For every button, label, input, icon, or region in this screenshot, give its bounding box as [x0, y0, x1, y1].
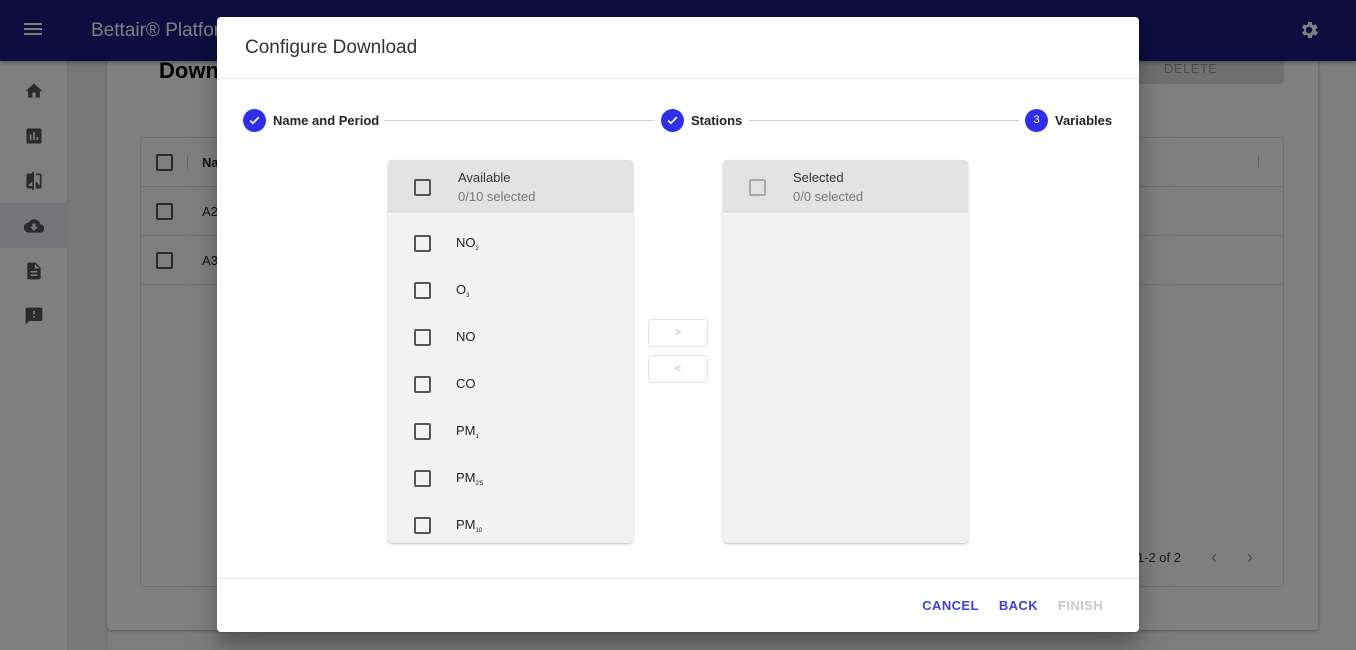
- move-left-button[interactable]: <: [648, 355, 708, 383]
- variable-item[interactable]: PM2'5: [388, 449, 633, 496]
- variable-checkbox[interactable]: [414, 329, 431, 346]
- dialog-title: Configure Download: [245, 37, 418, 58]
- available-count: 0/10 selected: [458, 189, 536, 204]
- check-icon: [661, 108, 684, 132]
- step-label: Stations: [691, 112, 743, 128]
- step-stations[interactable]: Stations: [661, 108, 742, 132]
- available-list-header: Available 0/10 selected: [388, 160, 633, 214]
- variable-checkbox[interactable]: [414, 517, 431, 534]
- available-items: NO2 O3 NO CO PM1 PM2'5 PM10: [388, 214, 633, 543]
- variable-item[interactable]: NO2: [388, 214, 633, 261]
- variable-checkbox[interactable]: [414, 423, 431, 440]
- cancel-button[interactable]: CANCEL: [922, 598, 979, 613]
- variable-checkbox[interactable]: [414, 235, 431, 252]
- variable-base: PM: [456, 423, 476, 438]
- step-connector: [384, 120, 654, 121]
- variable-subscript: 10: [475, 528, 483, 534]
- selected-list: Selected 0/0 selected: [723, 160, 968, 543]
- variable-base: PM: [456, 470, 476, 485]
- variable-base: NO: [456, 235, 476, 250]
- variable-label: NO: [456, 329, 476, 346]
- available-title: Available: [458, 170, 511, 185]
- variable-base: NO: [456, 329, 476, 344]
- move-right-button[interactable]: >: [648, 319, 708, 347]
- variable-label: CO: [456, 376, 476, 393]
- back-button[interactable]: BACK: [999, 598, 1038, 613]
- select-all-selected-checkbox[interactable]: [749, 179, 766, 196]
- selected-count: 0/0 selected: [793, 189, 864, 204]
- variable-label: NO2: [456, 235, 479, 252]
- variable-base: CO: [456, 376, 476, 391]
- variable-item[interactable]: O3: [388, 261, 633, 308]
- step-name-and-period[interactable]: Name and Period: [243, 108, 379, 132]
- check-icon: [243, 108, 266, 132]
- step-number: 3: [1025, 108, 1048, 132]
- variable-checkbox[interactable]: [414, 470, 431, 487]
- variable-label: PM1: [456, 423, 479, 440]
- finish-button[interactable]: FINISH: [1058, 598, 1103, 613]
- dialog-actions: CANCEL BACK FINISH: [922, 598, 1103, 613]
- variable-base: O: [456, 282, 467, 297]
- step-connector: [749, 120, 1019, 121]
- step-label: Name and Period: [273, 112, 380, 128]
- selected-title: Selected: [793, 170, 844, 185]
- selected-list-header: Selected 0/0 selected: [723, 160, 968, 214]
- variable-subscript: 2: [475, 246, 479, 252]
- stepper: Name and Period Stations 3 Variables: [243, 108, 1113, 132]
- variable-subscript: 2'5: [475, 481, 484, 487]
- variable-subscript: 3: [466, 293, 470, 299]
- variable-label: PM10: [456, 517, 482, 534]
- variable-item[interactable]: CO: [388, 355, 633, 402]
- variable-subscript: 1: [475, 434, 479, 440]
- variable-checkbox[interactable]: [414, 376, 431, 393]
- variable-item[interactable]: NO: [388, 308, 633, 355]
- variable-item[interactable]: PM1: [388, 402, 633, 449]
- divider: [217, 578, 1139, 579]
- variable-item[interactable]: PM10: [388, 496, 633, 543]
- step-variables[interactable]: 3 Variables: [1025, 108, 1112, 132]
- variable-label: O3: [456, 282, 469, 299]
- variable-label: PM2'5: [456, 470, 483, 487]
- select-all-available-checkbox[interactable]: [414, 179, 431, 196]
- variable-base: PM: [456, 517, 476, 532]
- configure-download-dialog: Configure Download Name and Period Stati…: [217, 17, 1139, 632]
- available-list: Available 0/10 selected NO2 O3 NO CO PM1 PM2'…: [388, 160, 633, 543]
- divider: [217, 78, 1139, 79]
- step-label: Variables: [1055, 112, 1113, 128]
- variable-checkbox[interactable]: [414, 282, 431, 299]
